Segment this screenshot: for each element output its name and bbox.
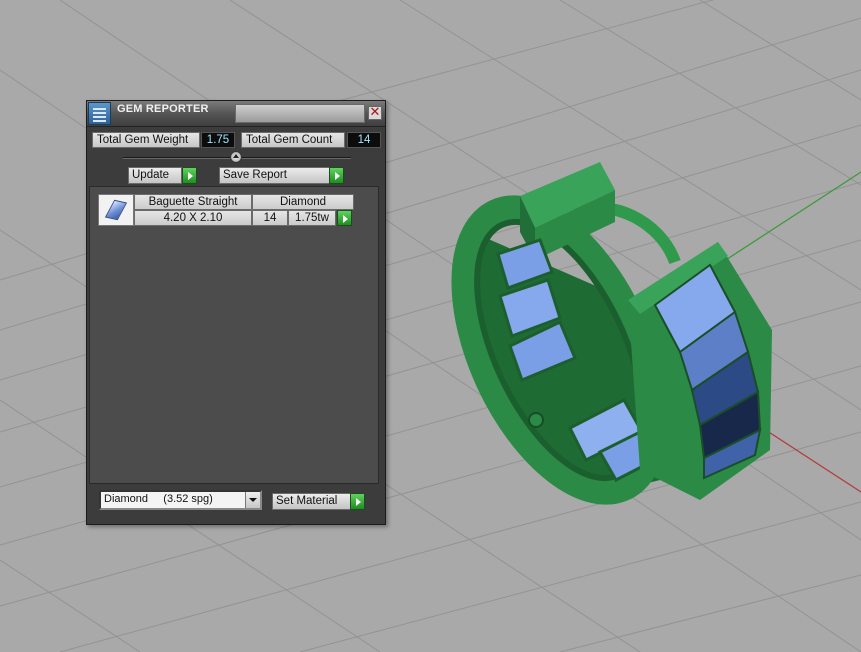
- total-gem-count-label: Total Gem Count: [241, 132, 345, 148]
- gem-report-icon: [88, 102, 111, 125]
- save-report-go-icon[interactable]: [329, 167, 344, 184]
- gem-reporter-panel: GEM REPORTER ✕ Total Gem Weight 1.75 Tot…: [86, 100, 386, 525]
- panel-titlebar[interactable]: GEM REPORTER ✕: [87, 101, 385, 127]
- material-select-value: Diamond (3.52 spg): [104, 493, 213, 505]
- update-button[interactable]: Update: [128, 167, 182, 184]
- total-gem-weight-value: 1.75: [201, 132, 235, 148]
- total-gem-weight-label: Total Gem Weight: [92, 132, 200, 148]
- gem-count: 14: [252, 210, 288, 226]
- gem-list: Baguette Straight Diamond 4.20 X 2.10 14…: [89, 186, 379, 484]
- material-select[interactable]: Diamond (3.52 spg): [99, 490, 262, 510]
- gem-select-go-icon[interactable]: [337, 210, 352, 226]
- set-material-go-icon[interactable]: [350, 493, 365, 510]
- gem-weight: 1.75tw: [288, 210, 336, 226]
- gem-shape: Baguette Straight: [134, 194, 252, 210]
- gem-size: 4.20 X 2.10: [134, 210, 252, 226]
- save-report-button[interactable]: Save Report: [219, 167, 332, 184]
- set-material-button[interactable]: Set Material: [272, 493, 352, 510]
- close-icon[interactable]: ✕: [368, 106, 382, 120]
- collapse-arrow-icon[interactable]: [230, 151, 242, 163]
- update-go-icon[interactable]: [182, 167, 197, 184]
- panel-title: GEM REPORTER: [117, 103, 209, 115]
- total-gem-count-value: 14: [347, 132, 381, 148]
- chevron-down-icon[interactable]: [245, 492, 260, 508]
- baguette-gem-icon: [98, 194, 134, 226]
- titlebar-drag-handle[interactable]: [235, 104, 365, 123]
- gem-material: Diamond: [252, 194, 354, 210]
